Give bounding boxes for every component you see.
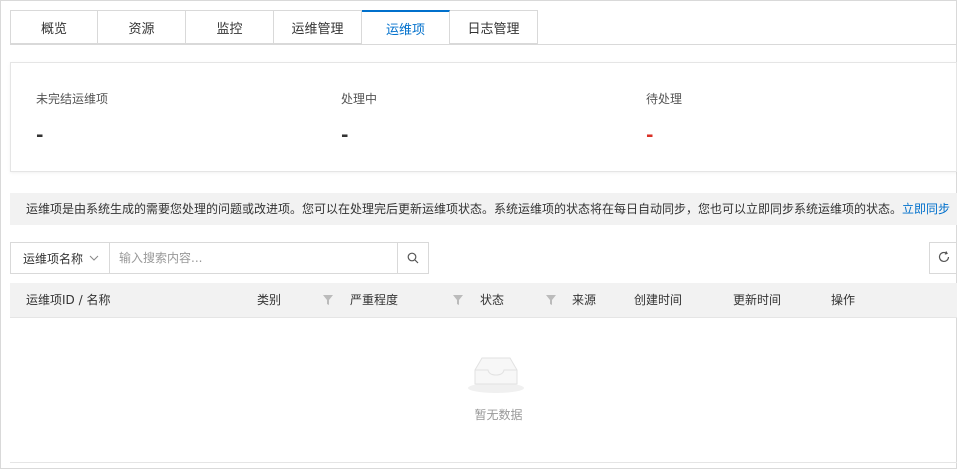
tab-resources[interactable]: 资源 <box>98 10 186 44</box>
search-icon <box>407 249 419 268</box>
search-input[interactable] <box>110 242 398 274</box>
refresh-icon <box>937 249 951 268</box>
stat-unfinished: 未完结运维项 - <box>36 90 108 146</box>
tabs-divider <box>10 44 957 45</box>
column-id-name: 运维项ID / 名称 <box>26 293 111 307</box>
stat-value: - <box>646 125 654 146</box>
search-field-select[interactable]: 运维项名称 <box>10 242 110 274</box>
tab-bar: 概览 资源 监控 运维管理 运维项 日志管理 <box>10 10 538 45</box>
stat-label: 处理中 <box>341 92 378 106</box>
sync-now-link[interactable]: 立即同步 <box>902 202 950 216</box>
filter-icon[interactable] <box>453 294 463 308</box>
refresh-button[interactable] <box>929 242 957 274</box>
tab-log-management[interactable]: 日志管理 <box>450 10 538 44</box>
tab-monitoring[interactable]: 监控 <box>186 10 274 44</box>
tab-overview[interactable]: 概览 <box>10 10 98 44</box>
column-category: 类别 <box>257 293 282 307</box>
column-source: 来源 <box>572 293 597 307</box>
stat-in-progress: 处理中 - <box>341 90 377 146</box>
search-button[interactable] <box>398 242 429 274</box>
column-status: 状态 <box>480 293 505 307</box>
tab-ops-items[interactable]: 运维项 <box>362 10 450 45</box>
table-bottom-border <box>10 462 957 463</box>
stat-label: 待处理 <box>646 92 683 106</box>
filter-icon[interactable] <box>323 294 333 308</box>
notice-text: 运维项是由系统生成的需要您处理的问题或改进项。您可以在处理完后更新运维项状态。系… <box>26 202 903 216</box>
empty-inbox-icon <box>463 354 529 398</box>
tab-ops-management[interactable]: 运维管理 <box>274 10 362 44</box>
stats-card: 未完结运维项 - 处理中 - 待处理 - <box>10 62 957 172</box>
search-bar: 运维项名称 <box>10 242 429 274</box>
info-notice: 运维项是由系统生成的需要您处理的问题或改进项。您可以在处理完后更新运维项状态。系… <box>10 193 957 225</box>
stat-value: - <box>36 125 44 146</box>
select-value: 运维项名称 <box>23 251 84 266</box>
filter-icon[interactable] <box>546 294 556 308</box>
stat-pending: 待处理 - <box>646 90 682 146</box>
column-severity: 严重程度 <box>350 293 399 307</box>
stat-value: - <box>341 125 349 146</box>
column-updated-time: 更新时间 <box>733 293 782 307</box>
column-actions: 操作 <box>831 293 856 307</box>
stat-label: 未完结运维项 <box>36 92 109 106</box>
column-created-time: 创建时间 <box>634 293 683 307</box>
chevron-down-icon <box>89 253 99 264</box>
empty-state-text: 暂无数据 <box>474 408 523 422</box>
table-header: 运维项ID / 名称 类别 严重程度 状态 来源 创建时间 更新时间 操作 <box>10 283 957 318</box>
